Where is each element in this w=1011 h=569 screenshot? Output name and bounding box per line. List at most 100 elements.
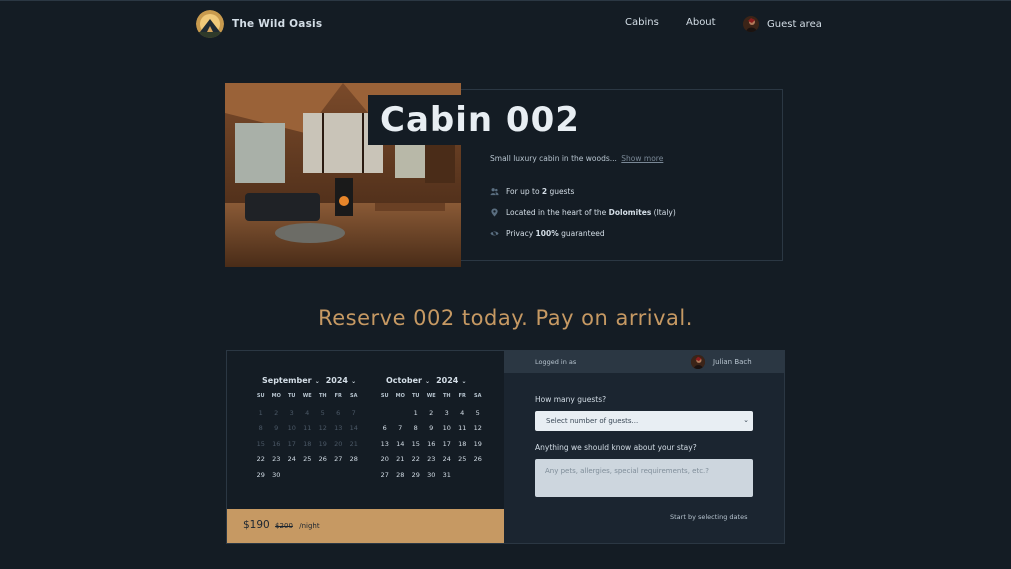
notes-textarea[interactable]: Any pets, allergies, special requirement… xyxy=(535,459,753,497)
calendar-day[interactable]: 4 xyxy=(455,409,471,417)
price-original: $200 xyxy=(275,522,293,530)
year-select[interactable]: 2024 xyxy=(326,376,348,385)
reserve-heading: Reserve 002 today. Pay on arrival. xyxy=(318,306,693,330)
price-bar: $190 $200 /night xyxy=(227,509,504,543)
feature-location-post: (Italy) xyxy=(651,208,676,217)
calendar-day: 10 xyxy=(287,424,296,432)
calendar-day: 12 xyxy=(318,424,327,432)
cabin-title: Cabin 002 xyxy=(380,100,580,140)
price-current: $190 xyxy=(243,519,270,531)
calendar-day[interactable]: 8 xyxy=(408,424,424,432)
weekday-label: MO xyxy=(395,393,405,399)
calendar-day[interactable]: 28 xyxy=(393,471,409,479)
calendar-day[interactable]: 26 xyxy=(315,455,331,463)
calendar-day[interactable]: 16 xyxy=(424,440,440,448)
start-note: Start by selecting dates xyxy=(670,513,748,521)
weekday-label: TU xyxy=(288,393,296,399)
calendar-day: 3 xyxy=(289,409,294,417)
calendar-day[interactable]: 18 xyxy=(455,440,471,448)
feature-location-bold: Dolomites xyxy=(608,208,652,217)
calendar-day[interactable]: 1 xyxy=(408,409,424,417)
calendar-day[interactable]: 30 xyxy=(269,471,285,479)
calendar-day[interactable]: 29 xyxy=(253,471,269,479)
logged-in-label: Logged in as xyxy=(535,358,577,366)
year-select[interactable]: 2024 xyxy=(436,376,458,385)
user-name: Julian Bach xyxy=(713,358,752,366)
show-more-button[interactable]: Show more xyxy=(621,154,663,163)
feature-location-pre: Located in the heart of the xyxy=(506,208,609,217)
weekday-label: WE xyxy=(426,393,436,399)
feature-guests: For up to 2 guests xyxy=(490,187,574,196)
weekday-label: TH xyxy=(442,393,451,399)
map-pin-icon xyxy=(491,208,498,217)
user-avatar xyxy=(691,355,705,369)
guests-select-value: Select number of guests... xyxy=(546,417,639,425)
month-caption: September ⌄ 2024 ⌄ xyxy=(262,376,356,385)
calendar-day[interactable]: 17 xyxy=(439,440,455,448)
calendar-day[interactable]: 23 xyxy=(269,455,285,463)
calendar-day[interactable]: 24 xyxy=(284,455,300,463)
nav-about-link[interactable]: About xyxy=(686,17,716,28)
guest-area-link[interactable]: Guest area xyxy=(743,16,822,32)
feature-location: Located in the heart of the Dolomites (I… xyxy=(490,208,676,217)
calendar-day[interactable]: 19 xyxy=(470,440,486,448)
users-icon xyxy=(490,188,499,196)
month-select[interactable]: October xyxy=(386,376,422,385)
calendar-day[interactable]: 21 xyxy=(393,455,409,463)
calendar-day[interactable]: 30 xyxy=(424,471,440,479)
date-picker: September ⌄ 2024 ⌄ SU MO TU WE TH FR SA 1 2 3 4 5 6 7 8 9… xyxy=(227,351,504,509)
calendar-day[interactable]: 31 xyxy=(439,471,455,479)
calendar-day[interactable]: 29 xyxy=(408,471,424,479)
feature-guests-pre: For up to xyxy=(506,187,542,196)
calendar-day[interactable]: 27 xyxy=(377,471,393,479)
logo-link[interactable]: The Wild Oasis xyxy=(196,10,322,38)
month-select[interactable]: September xyxy=(262,376,312,385)
calendar-day[interactable]: 13 xyxy=(377,440,393,448)
calendar-day[interactable]: 22 xyxy=(253,455,269,463)
nav-cabins-link[interactable]: Cabins xyxy=(625,17,659,28)
calendar-day: 17 xyxy=(287,440,296,448)
notes-label: Anything we should know about your stay? xyxy=(535,443,697,452)
calendar-day[interactable]: 6 xyxy=(377,424,393,432)
calendar-day[interactable]: 23 xyxy=(424,455,440,463)
calendar-day[interactable]: 15 xyxy=(408,440,424,448)
calendar-day[interactable]: 25 xyxy=(300,455,316,463)
calendar-day[interactable]: 5 xyxy=(470,409,486,417)
app-name: The Wild Oasis xyxy=(232,18,323,30)
notes-placeholder: Any pets, allergies, special requirement… xyxy=(545,467,709,475)
calendar-day[interactable]: 27 xyxy=(331,455,347,463)
calendar-day[interactable]: 12 xyxy=(470,424,486,432)
calendar-day[interactable]: 28 xyxy=(346,455,362,463)
feature-privacy: Privacy 100% guaranteed xyxy=(490,229,605,238)
calendar-day: 6 xyxy=(336,409,341,417)
calendar-day[interactable]: 26 xyxy=(470,455,486,463)
cabin-description-text: Small luxury cabin in the woods... xyxy=(490,154,617,163)
calendar-day: 11 xyxy=(303,424,312,432)
calendar-day[interactable]: 24 xyxy=(439,455,455,463)
guests-select[interactable]: Select number of guests... ⌄ xyxy=(535,411,753,431)
calendar-day[interactable]: 25 xyxy=(455,455,471,463)
calendar-day: 14 xyxy=(349,424,358,432)
calendar-day: 15 xyxy=(256,440,265,448)
calendar-day: 5 xyxy=(320,409,325,417)
price-info: $190 $200 /night xyxy=(243,519,320,531)
calendar-day[interactable]: 7 xyxy=(393,424,409,432)
month-caption: October ⌄ 2024 ⌄ xyxy=(386,376,466,385)
calendar-day[interactable]: 2 xyxy=(424,409,440,417)
weekday-label: SA xyxy=(350,393,358,399)
calendar-day[interactable]: 20 xyxy=(377,455,393,463)
calendar-day[interactable]: 3 xyxy=(439,409,455,417)
weekday-label: TH xyxy=(318,393,327,399)
weekday-label: SU xyxy=(380,393,389,399)
calendar-day[interactable]: 9 xyxy=(424,424,440,432)
calendar-day: 7 xyxy=(351,409,356,417)
chevron-down-icon: ⌄ xyxy=(312,378,320,385)
calendar-day[interactable]: 22 xyxy=(408,455,424,463)
calendar-day[interactable]: 14 xyxy=(393,440,409,448)
chevron-down-icon: ⌄ xyxy=(459,378,467,385)
calendar-day[interactable]: 11 xyxy=(455,424,471,432)
chevron-down-icon: ⌄ xyxy=(743,416,749,424)
calendar-day[interactable]: 10 xyxy=(439,424,455,432)
logged-in-user: Julian Bach xyxy=(691,355,752,369)
weekday-label: SU xyxy=(256,393,265,399)
